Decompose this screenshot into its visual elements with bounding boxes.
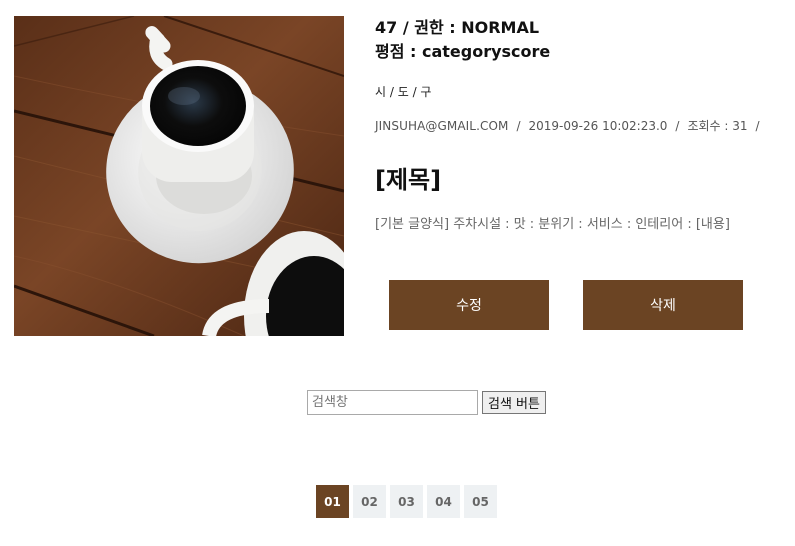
page-04[interactable]: 04 [427,485,460,518]
post-score: 평점 : categoryscore [375,42,551,61]
search-input[interactable] [307,390,478,415]
page-03[interactable]: 03 [390,485,423,518]
post-number-authority: 47 / 권한 : NORMAL [375,18,540,37]
pagination: 01 02 03 04 05 [316,485,497,518]
delete-button[interactable]: 삭제 [583,280,743,330]
meta-separator: / [675,119,680,133]
meta-separator: / [516,119,521,133]
meta-separator: / [755,119,760,133]
post-body: [기본 글양식] 주차시설 : 맛 : 분위기 : 서비스 : 인테리어 : [… [375,217,730,232]
page-05[interactable]: 05 [464,485,497,518]
author-email: JINSUHA@GMAIL.COM [375,119,509,133]
page-01[interactable]: 01 [316,485,349,518]
post-datetime: 2019-09-26 10:02:23.0 [528,119,668,133]
post-title: [제목] [375,166,442,194]
post-meta: JINSUHA@GMAIL.COM / 2019-09-26 10:02:23.0 /… [375,117,785,135]
edit-button[interactable]: 수정 [389,280,549,330]
search-button[interactable]: 검색 버튼 [482,391,546,414]
post-location: 시 / 도 / 구 [375,85,432,99]
coffee-photo [14,16,344,336]
view-count: 조회수 : 31 [687,119,748,133]
post-info: 47 / 권한 : NORMAL 평점 : categoryscore 시 / … [375,16,785,235]
page-02[interactable]: 02 [353,485,386,518]
